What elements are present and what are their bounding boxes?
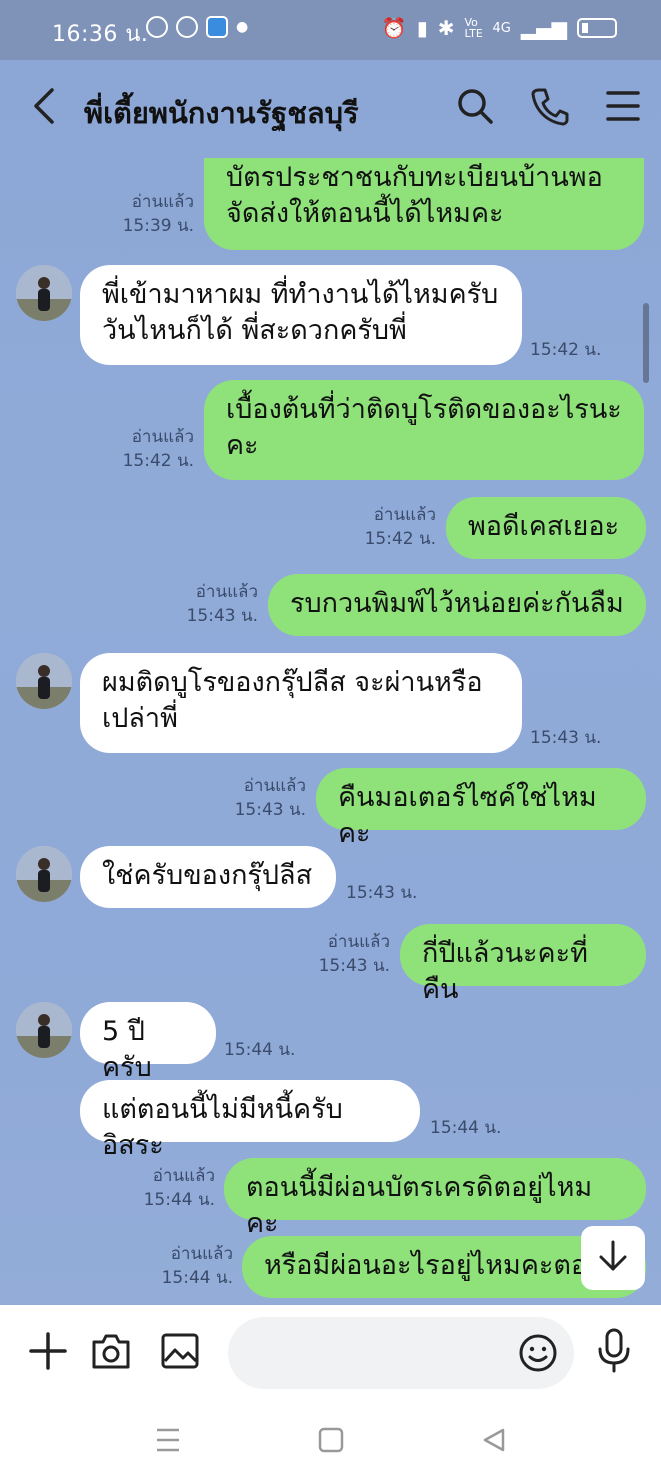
message-bubble-out[interactable]: กี่ปีแล้วนะคะที่คืน [400, 924, 646, 1005]
signal-icon: ▂▄▆ [520, 16, 567, 40]
read-receipt: อ่านแล้ว [131, 192, 194, 212]
message-text: บัตรประชาชนกับทะเบียนบ้านพอ [226, 162, 603, 193]
recent-apps-icon[interactable] [154, 1427, 182, 1457]
status-bar: 16:36 น. ● ⏰ ▮ ✱ Vo LTE 4G ▂▄▆ [0, 0, 661, 60]
emoji-icon[interactable] [518, 1333, 558, 1377]
message-text: กี่ปีแล้วนะคะที่คืน [422, 938, 588, 1005]
message-text: ผมติดบูโรของกรุ๊ปลีส จะผ่านหรือ [102, 667, 483, 698]
message-meta: อ่านแล้ว 15:44 น. [144, 1164, 215, 1212]
system-nav-bar [0, 1405, 661, 1480]
message-meta: อ่านแล้ว 15:44 น. [162, 1242, 233, 1290]
message-meta: อ่านแล้ว 15:42 น. [123, 425, 194, 473]
message-meta: อ่านแล้ว 15:39 น. [123, 190, 194, 238]
chat-title[interactable]: พี่เตี้ยพนักงานรัฐชลบุรี [84, 90, 359, 136]
chat-area[interactable]: พี่เตี้ยพนักงานรัฐชลบุรี บัตรประชาชนกับท… [0, 60, 661, 1305]
message-bubble-in[interactable]: ใช่ครับของกรุ๊ปลีส [80, 846, 336, 908]
mic-icon[interactable] [596, 1327, 632, 1377]
message-input[interactable] [228, 1317, 574, 1389]
message-text: เบื้องต้นที่ว่าติดบูโรติดของอะไรนะ [226, 394, 622, 425]
message-time: 15:43 น. [346, 883, 418, 903]
message-meta: อ่านแล้ว 15:43 น. [235, 774, 306, 822]
read-receipt: อ่านแล้ว [195, 582, 258, 602]
read-receipt: อ่านแล้ว [243, 776, 306, 796]
message-text: แต่ตอนนี้ไม่มีหนี้ครับอิสระ [102, 1094, 343, 1161]
message-meta: อ่านแล้ว 15:42 น. [365, 503, 436, 551]
message-bubble-out[interactable]: รบกวนพิมพ์ไว้หน่อยค่ะกันลืม [268, 574, 646, 636]
phone-icon[interactable] [531, 86, 569, 126]
message-text: จัดส่งให้ตอนนี้ได้ไหมคะ [226, 198, 504, 229]
message-text: วันไหนก็ได้ พี่สะดวกครับพี่ [102, 315, 407, 346]
arrow-down-icon [596, 1239, 630, 1277]
message-text: คะ [226, 430, 259, 461]
status-time: 16:36 น. [52, 22, 149, 47]
battery-icon [577, 18, 617, 38]
message-time: 15:44 น. [430, 1118, 502, 1138]
read-receipt: อ่านแล้ว [152, 1166, 215, 1186]
menu-icon[interactable] [605, 89, 641, 123]
message-bubble-out[interactable]: เบื้องต้นที่ว่าติดบูโรติดของอะไรนะ คะ [204, 380, 644, 480]
read-receipt: อ่านแล้ว [373, 505, 436, 525]
image-icon[interactable] [160, 1331, 200, 1375]
message-text: เปล่าพี่ [102, 703, 178, 734]
message-text: ตอนนี้มีผ่อนบัตรเครดิตอยู่ไหมคะ [246, 1172, 593, 1239]
message-bubble-in[interactable]: ผมติดบูโรของกรุ๊ปลีส จะผ่านหรือ เปล่าพี่ [80, 653, 522, 753]
read-receipt: อ่านแล้ว [170, 1244, 233, 1264]
camera-icon[interactable] [90, 1331, 132, 1375]
message-text: พี่เข้ามาหาผม ที่ทำงานได้ไหมครับ [102, 279, 499, 310]
messenger-icon [146, 16, 168, 38]
plus-icon[interactable] [28, 1331, 68, 1375]
app-notification-icon [206, 16, 228, 38]
vibrate-icon: ▮ [416, 16, 428, 40]
message-meta: อ่านแล้ว 15:43 น. [319, 930, 390, 978]
scroll-down-button[interactable] [581, 1226, 645, 1290]
message-text: หรือมีผ่อนอะไรอยู่ไหมคะตอ [264, 1250, 588, 1281]
message-bubble-out[interactable]: พอดีเคสเยอะ [446, 497, 646, 559]
message-bubble-out[interactable]: คืนมอเตอร์ไซค์ใช่ไหมคะ [316, 768, 646, 849]
message-time: 15:44 น. [161, 1268, 233, 1288]
message-time: 15:39 น. [122, 216, 194, 236]
scrollbar[interactable] [643, 303, 649, 383]
message-bubble-in[interactable]: พี่เข้ามาหาผม ที่ทำงานได้ไหมครับ วันไหนก… [80, 265, 522, 365]
alarm-icon: ⏰ [381, 16, 407, 40]
message-time: 15:43 น. [234, 800, 306, 820]
message-bubble-out[interactable]: บัตรประชาชนกับทะเบียนบ้านพอ จัดส่งให้ตอน… [204, 158, 644, 250]
message-meta: อ่านแล้ว 15:43 น. [187, 580, 258, 628]
message-text: 5 ปีครับ [102, 1016, 152, 1083]
message-time: 15:42 น. [530, 340, 602, 360]
avatar[interactable] [16, 265, 72, 321]
message-bubble-in[interactable]: แต่ตอนนี้ไม่มีหนี้ครับอิสระ [80, 1080, 420, 1161]
signal-label: 4G [492, 20, 511, 36]
message-time: 15:44 น. [143, 1190, 215, 1210]
message-text: พอดีเคสเยอะ [468, 511, 620, 542]
input-bar [0, 1305, 661, 1405]
read-receipt: อ่านแล้ว [131, 427, 194, 447]
avatar[interactable] [16, 1002, 72, 1058]
message-time: 15:43 น. [530, 728, 602, 748]
message-time: 15:44 น. [224, 1040, 296, 1060]
chat-header: พี่เตี้ยพนักงานรัฐชลบุรี [0, 60, 661, 160]
back-icon[interactable] [30, 86, 56, 133]
read-receipt: อ่านแล้ว [327, 932, 390, 952]
message-time: 15:43 น. [318, 956, 390, 976]
home-icon[interactable] [318, 1427, 344, 1457]
message-text: ใช่ครับของกรุ๊ปลีส [102, 860, 313, 891]
search-icon[interactable] [455, 86, 495, 126]
message-time: 15:42 น. [122, 451, 194, 471]
message-bubble-in[interactable]: 5 ปีครับ [80, 1002, 216, 1083]
message-bubble-out[interactable]: ตอนนี้มีผ่อนบัตรเครดิตอยู่ไหมคะ [224, 1158, 646, 1239]
notification-icons: ● [146, 16, 248, 38]
avatar[interactable] [16, 653, 72, 709]
direction-icon [176, 16, 198, 38]
message-text: คืนมอเตอร์ไซค์ใช่ไหมคะ [338, 782, 597, 849]
message-time: 15:42 น. [364, 529, 436, 549]
avatar[interactable] [16, 846, 72, 902]
back-icon[interactable] [482, 1427, 506, 1457]
message-text: รบกวนพิมพ์ไว้หน่อยค่ะกันลืม [290, 588, 624, 619]
bluetooth-icon: ✱ [437, 16, 455, 40]
system-icons: ⏰ ▮ ✱ Vo LTE 4G ▂▄▆ [382, 16, 617, 40]
volte-label: Vo LTE [464, 16, 483, 40]
dot-icon: ● [236, 19, 249, 35]
message-time: 15:43 น. [186, 606, 258, 626]
